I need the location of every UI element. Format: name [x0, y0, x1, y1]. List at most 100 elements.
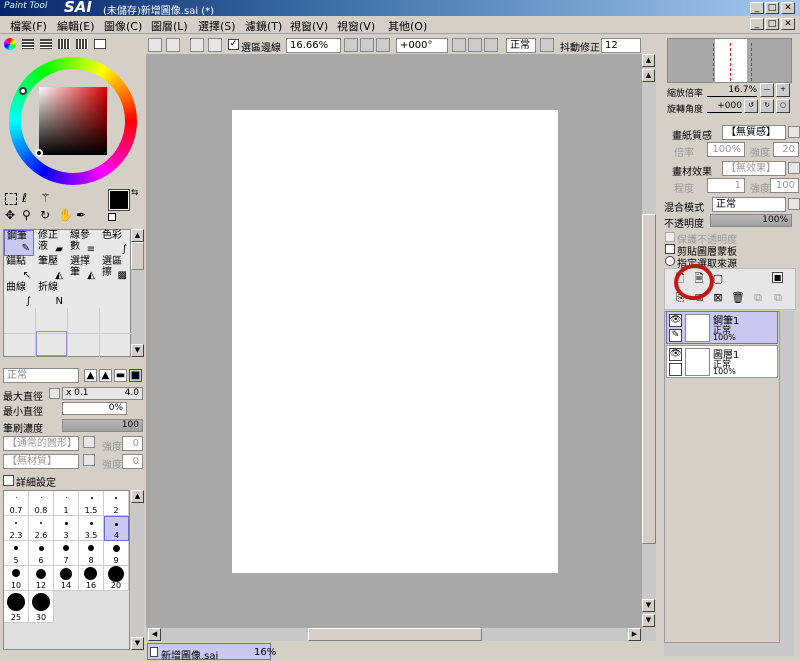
- user-swatch-tab-icon[interactable]: [94, 39, 106, 49]
- nav-zoom-out-icon[interactable]: —: [760, 83, 774, 97]
- doc-maximize-button[interactable]: □: [765, 18, 779, 30]
- size-mult-icon[interactable]: [49, 388, 60, 399]
- minimize-button[interactable]: _: [750, 2, 764, 14]
- selection-source-checkbox[interactable]: [665, 256, 675, 266]
- nav-rotate-left-icon[interactable]: ↺: [744, 99, 758, 113]
- size-cell[interactable]: 10: [4, 566, 29, 591]
- move-icon[interactable]: ✥: [5, 208, 15, 222]
- size-scroll-down-icon[interactable]: ▼: [131, 637, 144, 650]
- size-scroll-up-icon[interactable]: ▲: [131, 490, 144, 503]
- doc-minimize-button[interactable]: _: [750, 18, 764, 30]
- zoom-reset-icon[interactable]: [376, 38, 390, 52]
- scroll-down-icon[interactable]: ▼: [131, 344, 144, 357]
- color-cursor[interactable]: [35, 149, 43, 157]
- size-cell[interactable]: 1: [54, 491, 79, 516]
- color-wheel-tab-icon[interactable]: [4, 38, 16, 50]
- effect-strength-field[interactable]: 100: [770, 178, 799, 193]
- document-tab[interactable]: 新增圖像.sai 16%: [147, 643, 276, 662]
- size-cell[interactable]: 2: [104, 491, 129, 516]
- clear-layer-icon[interactable]: ⊠: [711, 291, 725, 305]
- texture-rate-field[interactable]: 100%: [707, 142, 745, 157]
- size-cell[interactable]: 12: [29, 566, 54, 591]
- effect-degree-field[interactable]: 1: [707, 178, 745, 193]
- preserve-opacity-checkbox[interactable]: [665, 232, 675, 242]
- canvas-viewport[interactable]: [146, 54, 642, 628]
- rotation-field[interactable]: +000°: [396, 38, 448, 53]
- blend-mode-dropdown-icon[interactable]: [788, 198, 800, 210]
- canvas-vscroll-thumb[interactable]: [642, 214, 656, 544]
- transparent-color-icon[interactable]: [108, 213, 116, 221]
- max-size-slider[interactable]: x 0.1 4.0: [62, 387, 143, 400]
- flip-icon[interactable]: [540, 38, 554, 52]
- empty-tool-slot[interactable]: [36, 331, 67, 356]
- shape-strength-field[interactable]: 0: [122, 436, 143, 451]
- swatches-tab-icon[interactable]: [58, 39, 70, 49]
- brush-shape-field[interactable]: 【通常的圓形】: [3, 436, 79, 451]
- canvas-scroll-right-icon[interactable]: ▶: [628, 628, 641, 641]
- menu-file[interactable]: 檔案(F): [10, 18, 47, 34]
- menu-filter[interactable]: 濾鏡(T): [245, 18, 282, 34]
- size-cell-selected[interactable]: 4: [104, 516, 129, 541]
- tool-pressure[interactable]: 筆壓 ◭: [36, 256, 66, 282]
- size-cell[interactable]: 9: [104, 541, 129, 566]
- delete-mask-icon[interactable]: ⧉: [771, 291, 785, 305]
- layer-mask-icon[interactable]: ■: [772, 272, 783, 283]
- primary-color-swatch[interactable]: [108, 189, 130, 211]
- layer-row-selected[interactable]: 👁 ✎ 鋼筆1 正常 100%: [666, 311, 778, 344]
- tool-select-eraser[interactable]: 選區擦 ▩: [100, 256, 130, 282]
- clipping-checkbox[interactable]: [665, 244, 675, 254]
- layer-row[interactable]: 👁 圖層1 正常 100%: [666, 345, 778, 378]
- canvas-vscrollbar[interactable]: ▲ ▲ ▼ ▼: [642, 54, 656, 628]
- invert-selection-icon[interactable]: [208, 38, 222, 52]
- texture-strength-field[interactable]: 0: [122, 454, 143, 469]
- menu-canvas[interactable]: 圖像(C): [104, 18, 142, 34]
- size-cell[interactable]: 1.5: [79, 491, 104, 516]
- layer-list-scrollbar[interactable]: [780, 311, 794, 643]
- brush-texture-field[interactable]: 【無材質】: [3, 454, 79, 469]
- tool-line-params[interactable]: 線參數 ≡: [68, 230, 98, 256]
- min-size-slider[interactable]: 0%: [62, 402, 127, 415]
- size-cell[interactable]: 8: [79, 541, 104, 566]
- swap-colors-icon[interactable]: ⇆: [131, 188, 139, 198]
- tool-scrollbar[interactable]: ▲ ▼: [131, 229, 144, 357]
- magic-wand-icon[interactable]: ⚚: [40, 191, 51, 205]
- rect-select-icon[interactable]: [5, 193, 17, 205]
- canvas-scroll-down-icon[interactable]: ▼: [642, 614, 655, 627]
- size-cell[interactable]: 20: [104, 566, 129, 591]
- paper-texture-dropdown-icon[interactable]: [788, 126, 800, 138]
- texture-strength-field2[interactable]: 20: [773, 142, 799, 157]
- navigator-preview[interactable]: [667, 38, 792, 83]
- tool-select-pen[interactable]: 選擇筆 ◭: [68, 256, 98, 282]
- canvas-scroll-down2-icon[interactable]: ▼: [642, 599, 655, 612]
- tool-curve[interactable]: 曲線 ∫: [4, 282, 34, 308]
- size-cell[interactable]: 7: [54, 541, 79, 566]
- layer-list-hscrollbar[interactable]: [664, 643, 794, 656]
- rotate-tool-icon[interactable]: ↻: [40, 208, 50, 222]
- size-cell[interactable]: 25: [4, 591, 29, 623]
- size-scrollbar[interactable]: ▲ ▼: [131, 490, 144, 650]
- size-cell[interactable]: 6: [29, 541, 54, 566]
- layer-lock-checkbox[interactable]: [669, 363, 682, 376]
- rgb-slider-tab-icon[interactable]: [22, 39, 34, 49]
- scratchpad-tab-icon[interactable]: [76, 39, 88, 49]
- brush-blend-mode[interactable]: 正常: [3, 368, 79, 383]
- pen-lock-icon[interactable]: ✎: [669, 329, 682, 342]
- canvas-scroll-up2-icon[interactable]: ▲: [642, 69, 655, 82]
- paper-texture-field[interactable]: 【無質感】: [722, 125, 786, 140]
- tool-polyline[interactable]: 折線 N: [36, 282, 66, 308]
- zoom-tool-icon[interactable]: ⚲: [22, 208, 31, 222]
- hue-cursor[interactable]: [19, 87, 27, 95]
- doc-close-button[interactable]: ✕: [781, 18, 795, 30]
- menu-selection[interactable]: 選擇(S): [198, 18, 236, 34]
- lasso-icon[interactable]: ℓ: [22, 191, 27, 205]
- rotate-reset-icon[interactable]: [484, 38, 498, 52]
- nav-rotate-reset-icon[interactable]: ○: [776, 99, 790, 113]
- redo-icon[interactable]: [166, 38, 180, 52]
- menu-edit[interactable]: 編輯(E): [57, 18, 95, 34]
- size-cell[interactable]: 0.7: [4, 491, 29, 516]
- size-cell[interactable]: 0.8: [29, 491, 54, 516]
- close-button[interactable]: ✕: [781, 2, 795, 14]
- undo-icon[interactable]: [148, 38, 162, 52]
- canvas-hscrollbar[interactable]: ◀ ▶: [146, 628, 656, 641]
- nav-zoom-value[interactable]: 16.7%: [707, 85, 757, 97]
